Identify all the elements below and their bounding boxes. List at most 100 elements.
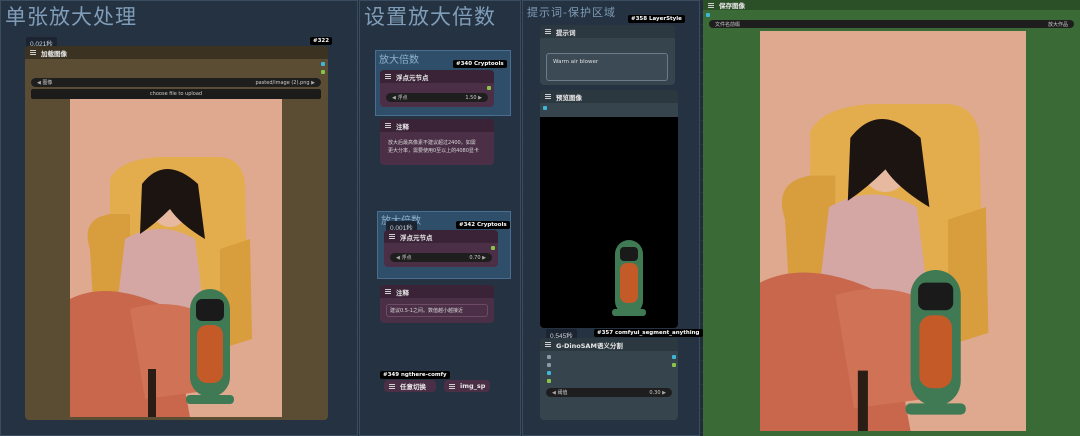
note-text-line: 更大分率，需要使用0至以上的4080显卡 (388, 148, 479, 154)
node-id-badge: #358 LayerStyle (628, 15, 685, 23)
arrow-left-icon[interactable]: ◀ (396, 255, 400, 261)
input-slot-icon[interactable] (543, 106, 547, 110)
preview-image-node[interactable]: 预览图像 (540, 90, 678, 328)
woman-with-heater-photo (760, 31, 1026, 431)
node-header[interactable]: 预览图像 (540, 90, 678, 103)
group-title: 设置放大倍数 (364, 5, 496, 29)
widget-value: pasted/image (2).png (255, 79, 310, 86)
float-node-1[interactable]: 浮点元节点 ◀ 浮点 1.50 ▶ (380, 70, 494, 107)
node-header[interactable]: 加载图像 (25, 46, 328, 59)
node-header[interactable]: 注释 (380, 119, 494, 132)
node-title: 加载图像 (41, 49, 67, 58)
menu-icon[interactable] (389, 383, 395, 389)
group-title: 单张放大处理 (5, 5, 137, 29)
prompt-node[interactable]: 提示词 Warm air blower (540, 25, 675, 85)
float-input[interactable]: ◀ 浮点 1.50 ▶ (386, 93, 488, 102)
menu-icon[interactable] (708, 2, 714, 8)
node-id-badge: #340 Cryptools (453, 60, 507, 68)
menu-icon[interactable] (545, 29, 551, 34)
image-select[interactable]: ◀ 图像 pasted/image (2).png ▶ (31, 78, 321, 87)
node-title: 注释 (396, 122, 409, 131)
widget-value: 0.70 (469, 254, 481, 261)
note-text-line: 放大后最高像素不建议超过2400。如需 (388, 140, 476, 146)
widget-value: 放大作品 (1047, 21, 1068, 28)
output-slot-icon[interactable] (487, 86, 491, 90)
node-id-badge: #342 Cryptools (456, 221, 510, 229)
node-title: 预览图像 (556, 93, 582, 102)
node-id-badge: #357 comfyui_segment_anything (594, 329, 703, 337)
arrow-right-icon[interactable]: ▶ (482, 255, 486, 261)
node-header[interactable]: 提示词 (540, 25, 675, 38)
node-id-badge: #349 ngthere-comfy (380, 371, 450, 379)
input-slot-icon[interactable] (547, 379, 551, 383)
subgroup-title: 放大倍数 (379, 55, 419, 66)
output-slot-icon[interactable] (672, 363, 676, 367)
node-header[interactable]: img_sp (444, 380, 490, 392)
filename-prefix-input[interactable]: 文件名前缀 放大作品 (709, 20, 1074, 28)
note-node-1[interactable]: 注释 放大后最高像素不建议超过2400。如需 更大分率，需要使用0至以上的408… (380, 119, 494, 165)
node-header[interactable]: 保存图像 (703, 0, 1080, 10)
threshold-input[interactable]: ◀ 阈值 0.30 ▶ (546, 388, 672, 397)
menu-icon[interactable] (545, 94, 551, 99)
node-title: img_sp (460, 382, 486, 390)
output-slot-icon[interactable] (672, 355, 676, 359)
note-text: 建议0.5-1之间。数值越小越接近 (390, 308, 463, 314)
node-title: 浮点元节点 (400, 233, 433, 242)
node-id-badge: #322 (310, 37, 333, 45)
widget-value: 0.30 (649, 389, 661, 396)
float-input[interactable]: ◀ 浮点 0.70 ▶ (390, 253, 492, 262)
node-title: 提示词 (556, 28, 576, 37)
input-slot-icon[interactable] (547, 371, 551, 375)
input-slot-icon[interactable] (706, 13, 710, 17)
menu-icon[interactable] (385, 74, 391, 79)
float-node-2[interactable]: 浮点元节点 ◀ 浮点 0.70 ▶ (384, 230, 498, 267)
menu-icon[interactable] (389, 234, 395, 239)
menu-icon[interactable] (545, 342, 551, 347)
widget-label: 阈值 (557, 390, 568, 396)
saved-image (760, 31, 1026, 431)
note-node-2[interactable]: 注释 建议0.5-1之间。数值越小越接近 (380, 285, 494, 323)
get-node[interactable]: img_sp (444, 380, 490, 392)
loaded-image (70, 99, 282, 417)
widget-label: 浮点 (397, 95, 408, 101)
woman-with-heater-photo (70, 99, 282, 417)
arrow-right-icon[interactable]: ▶ (478, 95, 482, 101)
group-title: 提示词-保护区域 (527, 6, 616, 19)
node-header[interactable]: 任意切换 (384, 380, 436, 392)
arrow-left-icon[interactable]: ◀ (392, 95, 396, 101)
node-header[interactable]: G-DinoSAM语义分割 (540, 338, 678, 351)
widget-label: 文件名前缀 (715, 21, 741, 28)
node-header[interactable]: 浮点元节点 (380, 70, 494, 83)
widget-label: 图像 (42, 80, 53, 86)
arrow-left-icon[interactable]: ◀ (552, 390, 556, 396)
input-slot-icon[interactable] (547, 355, 551, 359)
menu-icon[interactable] (30, 50, 36, 55)
output-slot-icon[interactable] (321, 62, 325, 66)
widget-label: 浮点 (401, 255, 412, 261)
any-switch-node[interactable]: 任意切换 (384, 380, 436, 392)
node-title: 保存图像 (719, 2, 745, 10)
node-title: 任意切换 (400, 383, 426, 391)
arrow-left-icon[interactable]: ◀ (37, 80, 41, 86)
menu-icon[interactable] (385, 289, 391, 294)
node-title: 浮点元节点 (396, 73, 429, 82)
arrow-right-icon[interactable]: ▶ (662, 390, 666, 396)
widget-value: 1.50 (465, 94, 477, 101)
gdino-sam-node[interactable]: G-DinoSAM语义分割 ◀ 阈值 0.30 ▶ (540, 338, 678, 420)
node-header[interactable]: 浮点元节点 (384, 230, 498, 243)
upload-button[interactable]: choose file to upload (31, 89, 321, 99)
menu-icon[interactable] (449, 383, 455, 389)
arrow-right-icon[interactable]: ▶ (311, 80, 315, 86)
output-slot-icon[interactable] (491, 246, 495, 250)
node-title: G-DinoSAM语义分割 (556, 341, 623, 350)
preview-image (540, 117, 678, 328)
input-slot-icon[interactable] (547, 363, 551, 367)
menu-icon[interactable] (385, 123, 391, 128)
heater-mask-preview (612, 240, 646, 316)
prompt-textarea[interactable]: Warm air blower (546, 53, 668, 81)
load-image-node[interactable]: 加载图像 ◀ 图像 pasted/image (2).png ▶ choose … (25, 46, 328, 420)
output-slot-icon[interactable] (321, 70, 325, 74)
node-header[interactable]: 注释 (380, 285, 494, 298)
save-image-node[interactable]: 保存图像 文件名前缀 放大作品 (703, 0, 1080, 436)
node-title: 注释 (396, 288, 409, 297)
